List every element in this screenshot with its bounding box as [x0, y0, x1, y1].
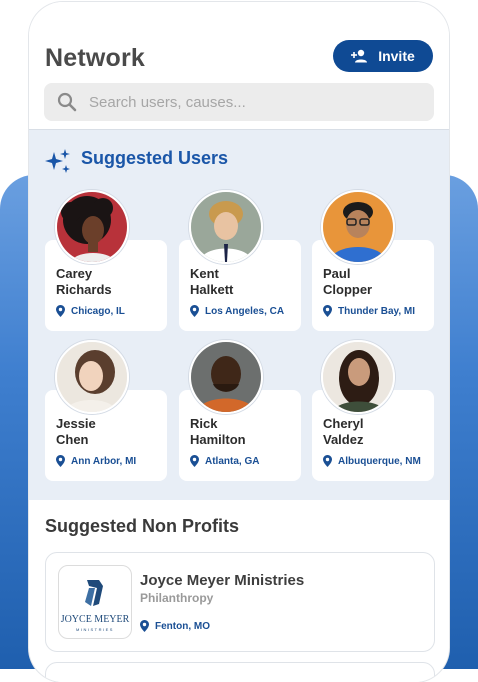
suggested-users-title: Suggested Users [81, 148, 229, 168]
invite-button-label: Invite [378, 48, 415, 64]
search-icon [57, 92, 77, 112]
user-first-name: Jessie [56, 416, 96, 431]
user-first-name: Kent [190, 266, 219, 281]
user-avatar-carey[interactable] [55, 190, 129, 264]
avatar-image [323, 342, 393, 412]
location-pin-icon [323, 305, 332, 317]
user-last-name: Chen [56, 432, 89, 447]
user-location: Chicago, IL [56, 305, 125, 317]
search-input[interactable] [87, 92, 411, 112]
user-location-text: Chicago, IL [71, 305, 125, 317]
user-last-name: Valdez [323, 432, 364, 447]
header: Network Invite [29, 2, 449, 129]
user-name: Cheryl Valdez [323, 416, 429, 448]
user-last-name: Halkett [190, 282, 234, 297]
sparkle-icon [45, 149, 70, 173]
user-location-text: Atlanta, GA [205, 455, 260, 467]
user-location: Atlanta, GA [190, 455, 259, 467]
search-bar[interactable] [44, 83, 434, 121]
nonprofit-location-text: Fenton, MO [155, 620, 210, 632]
user-avatar-jessie[interactable] [55, 340, 129, 414]
add-person-icon [351, 49, 368, 63]
location-pin-icon [56, 455, 65, 467]
user-location: Thunder Bay, MI [323, 305, 415, 317]
user-last-name: Hamilton [190, 432, 246, 447]
logo-text: JOYCE MEYER [61, 614, 130, 625]
user-name: Carey Richards [56, 266, 162, 298]
nonprofit-card[interactable] [45, 662, 435, 682]
user-avatar-kent[interactable] [189, 190, 263, 264]
joyce-meyer-logo-icon: JOYCE MEYER MINISTRIES [61, 580, 130, 632]
nonprofit-name: Joyce Meyer Ministries [140, 572, 305, 589]
invite-button[interactable]: Invite [333, 40, 433, 72]
nonprofit-card[interactable]: JOYCE MEYER MINISTRIES Joyce Meyer Minis… [45, 552, 435, 652]
logo-subtext: MINISTRIES [76, 627, 114, 632]
user-name: Jessie Chen [56, 416, 162, 448]
location-pin-icon [56, 305, 65, 317]
user-location-text: Los Angeles, CA [205, 305, 285, 317]
user-first-name: Carey [56, 266, 93, 281]
location-pin-icon [190, 455, 199, 467]
avatar-image [191, 192, 261, 262]
avatar-image [57, 192, 127, 262]
user-name: Kent Halkett [190, 266, 296, 298]
user-location-text: Thunder Bay, MI [338, 305, 416, 317]
user-avatar-rick[interactable] [189, 340, 263, 414]
user-first-name: Paul [323, 266, 351, 281]
user-location: Ann Arbor, MI [56, 455, 136, 467]
user-location-text: Ann Arbor, MI [71, 455, 137, 467]
user-name: Rick Hamilton [190, 416, 296, 448]
location-pin-icon [140, 620, 149, 632]
avatar-image [323, 192, 393, 262]
user-first-name: Cheryl [323, 416, 364, 431]
avatar-image [191, 342, 261, 412]
user-first-name: Rick [190, 416, 218, 431]
user-location: Los Angeles, CA [190, 305, 284, 317]
user-location: Albuquerque, NM [323, 455, 421, 467]
location-pin-icon [323, 455, 332, 467]
avatar-image [57, 342, 127, 412]
nonprofit-location: Fenton, MO [140, 620, 210, 632]
nonprofit-logo: JOYCE MEYER MINISTRIES [58, 565, 132, 639]
user-name: Paul Clopper [323, 266, 429, 298]
user-avatar-cheryl[interactable] [321, 340, 395, 414]
user-avatar-paul[interactable] [321, 190, 395, 264]
user-last-name: Clopper [323, 282, 373, 297]
page-title: Network [45, 44, 146, 72]
location-pin-icon [190, 305, 199, 317]
user-last-name: Richards [56, 282, 112, 297]
suggested-nonprofits-title: Suggested Non Profits [45, 516, 240, 536]
nonprofit-category: Philanthropy [140, 591, 214, 605]
user-location-text: Albuquerque, NM [338, 455, 421, 467]
phone-frame: Network Invite Suggested Users Carey [29, 2, 449, 682]
